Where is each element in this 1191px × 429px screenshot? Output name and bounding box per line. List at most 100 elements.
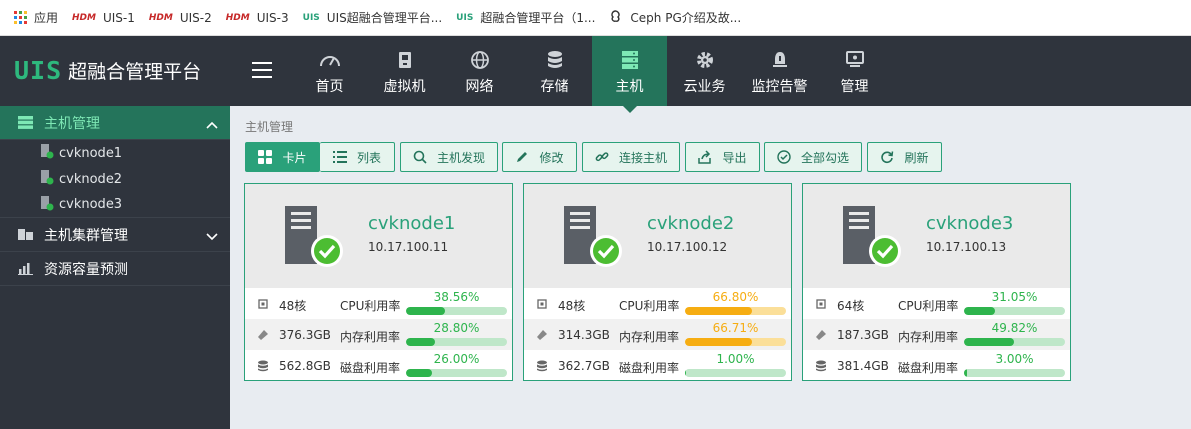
memory-usage-bar	[685, 338, 786, 346]
disk-row: 381.4GB 磁盘利用率 3.00%	[803, 350, 1070, 381]
globe-icon	[470, 50, 490, 70]
cpu-icon	[816, 299, 826, 309]
cpu-row: 64核 CPU利用率 31.05%	[803, 288, 1070, 319]
cpu-usage-fill	[406, 307, 445, 315]
edit-button[interactable]: 修改	[502, 142, 577, 172]
nav-label: 主机	[615, 79, 644, 95]
sidebar-item-label: 资源容量预测	[44, 261, 128, 278]
memory-label: 内存利用率	[619, 330, 680, 344]
disk-usage-bar	[406, 369, 507, 377]
nav-label: 虚拟机	[383, 79, 426, 95]
disk-usage-bar	[964, 369, 1065, 377]
disk-percent: 3.00%	[995, 352, 1034, 366]
memory-icon	[258, 330, 268, 340]
bookmark-uis-2[interactable]: HDM UIS-2	[149, 11, 212, 25]
top-nav-bar: UIS 超融合管理平台 首页 虚拟机 网络 存储 主机 云业务 监控告警 管理	[0, 36, 1191, 113]
nav-label: 云业务	[683, 79, 726, 95]
sidebar-item-host-mgmt[interactable]: 主机管理	[0, 106, 230, 140]
disk-icon	[816, 360, 826, 372]
server-online-icon	[285, 206, 343, 267]
host-card-header: cvknode2 10.17.100.12	[524, 184, 791, 288]
bookmark-apps[interactable]: 应用	[14, 9, 58, 26]
chevron-down-icon[interactable]	[206, 229, 218, 245]
refresh-button[interactable]: 刷新	[867, 142, 942, 172]
sidebar-item-label: cvknode1	[59, 145, 123, 161]
nav-vm[interactable]: 虚拟机	[367, 36, 442, 106]
hdm-icon: HDM	[225, 12, 250, 23]
nav-label: 存储	[540, 79, 569, 95]
host-card-cvknode3[interactable]: cvknode3 10.17.100.13 64核 CPU利用率 31.05% …	[802, 183, 1071, 381]
host-ip: 10.17.100.12	[647, 240, 728, 254]
nav-monitoring[interactable]: 监控告警	[742, 36, 817, 106]
app-logo[interactable]: UIS 超融合管理平台	[14, 56, 201, 85]
bookmark-uis-1[interactable]: HDM UIS-1	[72, 11, 135, 25]
sidebar-item-cvknode1[interactable]: cvknode1	[0, 140, 230, 166]
nav-admin[interactable]: 管理	[817, 36, 892, 106]
disk-icon	[537, 360, 547, 372]
memory-usage-fill	[406, 338, 436, 346]
select-all-button[interactable]: 全部勾选	[764, 142, 862, 172]
memory-percent: 66.71%	[712, 321, 759, 335]
logo-name: 超融合管理平台	[68, 61, 202, 83]
monitor-icon	[845, 50, 865, 70]
connect-host-button[interactable]: 连接主机	[582, 142, 680, 172]
disk-label: 磁盘利用率	[340, 361, 401, 375]
memory-percent: 49.82%	[991, 321, 1038, 335]
bookmark-ceph[interactable]: Ceph PG介绍及故...	[609, 9, 741, 26]
disk-label: 磁盘利用率	[898, 361, 959, 375]
cpu-icon	[537, 299, 547, 309]
bookmark-hci-platform[interactable]: UIS 超融合管理平台（1...	[456, 9, 595, 26]
nav-network[interactable]: 网络	[442, 36, 517, 106]
bookmark-label: UIS超融合管理平台...	[326, 11, 443, 25]
sidebar-item-cvknode2[interactable]: cvknode2	[0, 166, 230, 192]
host-discover-button[interactable]: 主机发现	[400, 142, 498, 172]
host-ip: 10.17.100.13	[926, 240, 1007, 254]
host-name[interactable]: cvknode2	[647, 213, 734, 234]
list-view-button[interactable]: 列表	[320, 142, 395, 172]
pencil-icon	[517, 152, 528, 162]
cpu-usage-fill	[964, 307, 996, 315]
server-online-icon	[564, 206, 622, 267]
host-name[interactable]: cvknode1	[368, 213, 455, 234]
cpu-icon	[258, 299, 268, 309]
host-name[interactable]: cvknode3	[926, 213, 1013, 234]
host-card-cvknode2[interactable]: cvknode2 10.17.100.12 48核 CPU利用率 66.80% …	[523, 183, 792, 381]
cpu-row: 48核 CPU利用率 38.56%	[245, 288, 512, 319]
card-view-button[interactable]: 卡片	[245, 142, 320, 172]
sidebar-item-label: 主机管理	[44, 115, 100, 132]
disk-percent: 1.00%	[716, 352, 755, 366]
bookmarks-bar: 应用 HDM UIS-1 HDM UIS-2 HDM UIS-3 UIS UIS…	[0, 0, 1191, 36]
export-button[interactable]: 导出	[685, 142, 760, 172]
memory-icon	[816, 330, 826, 340]
check-circle-icon	[777, 150, 791, 164]
export-label: 导出	[722, 150, 747, 165]
sidebar-item-cvknode3[interactable]: cvknode3	[0, 192, 230, 218]
nav-home[interactable]: 首页	[292, 36, 367, 106]
nav-host[interactable]: 主机	[592, 36, 667, 113]
cpu-percent: 66.80%	[712, 290, 759, 304]
cpu-usage-bar	[964, 307, 1065, 315]
sidebar-item-label: cvknode2	[59, 171, 123, 187]
nav-storage[interactable]: 存储	[517, 36, 592, 106]
chevron-up-icon[interactable]	[206, 117, 218, 133]
uis-icon: UIS	[456, 12, 474, 23]
cluster-icon	[18, 228, 34, 241]
menu-toggle-icon[interactable]	[252, 62, 272, 78]
cpu-cores: 48核	[558, 299, 586, 313]
disk-icon	[258, 360, 268, 372]
memory-usage-fill	[964, 338, 1015, 346]
card-view-label: 卡片	[282, 150, 307, 165]
disk-usage-bar	[685, 369, 786, 377]
list-view-label: 列表	[356, 150, 381, 165]
sidebar-item-capacity-forecast[interactable]: 资源容量预测	[0, 252, 230, 286]
host-card-header: cvknode3 10.17.100.13	[803, 184, 1070, 288]
apps-icon	[14, 11, 27, 24]
nav-cloud-services[interactable]: 云业务	[667, 36, 742, 106]
sidebar-item-cluster-mgmt[interactable]: 主机集群管理	[0, 218, 230, 252]
refresh-icon	[881, 151, 894, 164]
cpu-percent: 38.56%	[433, 290, 480, 304]
bookmark-uis-3[interactable]: HDM UIS-3	[226, 11, 289, 25]
host-card-cvknode1[interactable]: cvknode1 10.17.100.11 48核 CPU利用率 38.56% …	[244, 183, 513, 381]
connect-host-label: 连接主机	[618, 150, 667, 165]
bookmark-uis-platform[interactable]: UIS UIS超融合管理平台...	[303, 9, 443, 26]
